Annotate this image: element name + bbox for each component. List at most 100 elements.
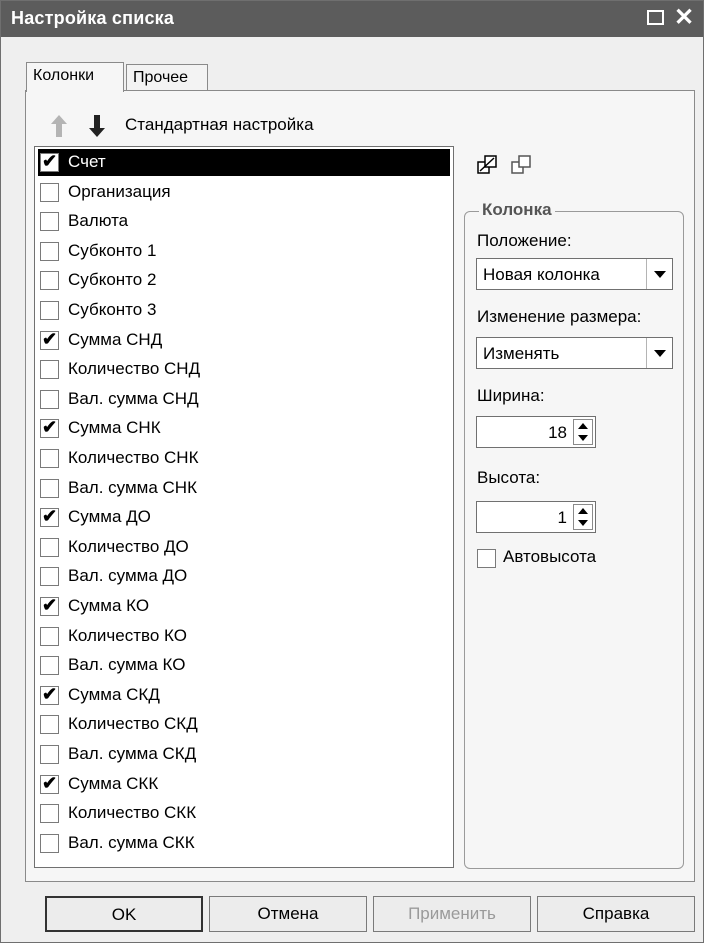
column-checkbox[interactable] bbox=[40, 567, 59, 587]
list-item[interactable]: ✔ Сумма СКД bbox=[38, 682, 450, 709]
maximize-icon[interactable] bbox=[644, 7, 666, 29]
list-item[interactable]: ✔ Сумма ДО bbox=[38, 504, 450, 531]
width-label: Ширина: bbox=[477, 386, 545, 405]
cancel-button[interactable]: Отмена bbox=[209, 896, 367, 932]
height-value: 1 bbox=[557, 508, 567, 527]
column-checkbox[interactable] bbox=[40, 301, 59, 320]
list-item[interactable]: Субконто 3 bbox=[38, 297, 450, 324]
column-checkbox[interactable] bbox=[40, 478, 59, 498]
tab-other[interactable]: Прочее bbox=[126, 64, 208, 91]
list-item[interactable]: Количество СНД bbox=[38, 356, 450, 383]
column-checkbox[interactable]: ✔ bbox=[40, 506, 59, 528]
auto-height-checkbox[interactable] bbox=[477, 549, 496, 568]
list-item[interactable]: Количество СКК bbox=[38, 800, 450, 827]
list-item[interactable]: ✔ Сумма КО bbox=[38, 593, 450, 620]
column-checkbox[interactable] bbox=[40, 389, 59, 409]
list-item[interactable]: Вал. сумма КО bbox=[38, 652, 450, 679]
column-checkbox[interactable] bbox=[40, 212, 59, 232]
column-label: Валюта bbox=[68, 211, 129, 231]
column-checkbox[interactable] bbox=[40, 271, 59, 291]
list-item[interactable]: Количество ДО bbox=[38, 534, 450, 561]
ok-button[interactable]: OK bbox=[45, 896, 203, 932]
title-bar: Настройка списка ✕ bbox=[1, 1, 703, 37]
close-icon[interactable]: ✕ bbox=[673, 6, 695, 30]
column-label: Количество СНД bbox=[68, 359, 201, 379]
column-checkbox[interactable]: ✔ bbox=[40, 417, 59, 439]
chevron-down-icon[interactable] bbox=[646, 259, 672, 289]
column-checkbox[interactable]: ✔ bbox=[40, 329, 59, 350]
list-item[interactable]: ✔ Сумма СКК bbox=[38, 771, 450, 798]
column-label: Сумма СНД bbox=[68, 329, 163, 349]
column-label: Субконто 3 bbox=[68, 300, 157, 319]
list-item[interactable]: Субконто 1 bbox=[38, 238, 450, 265]
columns-list[interactable]: ✔ Счет Организация Валюта Субконто 1 Субконто… bbox=[34, 146, 454, 868]
move-up-icon[interactable] bbox=[49, 113, 69, 139]
column-label: Количество СКД bbox=[68, 714, 198, 734]
column-checkbox[interactable] bbox=[40, 360, 59, 380]
height-label: Высота: bbox=[477, 468, 541, 487]
position-value: Новая колонка bbox=[483, 265, 600, 284]
list-item[interactable]: Субконто 2 bbox=[38, 267, 450, 294]
list-item[interactable]: Вал. сумма СНД bbox=[38, 386, 450, 413]
list-item[interactable]: Вал. сумма СКД bbox=[38, 741, 450, 768]
list-item[interactable]: Количество КО bbox=[38, 623, 450, 650]
resize-label: Изменение размера: bbox=[477, 307, 642, 326]
column-checkbox[interactable]: ✔ bbox=[40, 595, 59, 616]
column-label: Сумма КО bbox=[68, 596, 150, 615]
column-checkbox[interactable] bbox=[40, 804, 59, 824]
checkmark-icon: ✔ bbox=[42, 595, 58, 615]
position-select[interactable]: Новая колонка bbox=[476, 258, 673, 290]
apply-button[interactable]: Применить bbox=[373, 896, 531, 932]
column-label: Вал. сумма КО bbox=[68, 655, 186, 675]
list-item[interactable]: Количество СКД bbox=[38, 711, 450, 738]
checkmark-icon: ✔ bbox=[42, 772, 58, 793]
list-item[interactable]: ✔ Сумма СНК bbox=[38, 415, 450, 442]
list-item[interactable]: ✔ Сумма СНД bbox=[38, 327, 450, 354]
column-label: Вал. сумма СНД bbox=[68, 388, 199, 408]
width-stepper[interactable]: 18 bbox=[476, 416, 596, 448]
column-checkbox[interactable] bbox=[40, 537, 59, 557]
checkmark-icon: ✔ bbox=[42, 683, 58, 704]
column-checkbox[interactable] bbox=[40, 626, 59, 646]
column-checkbox[interactable] bbox=[40, 656, 59, 676]
merge-columns-icon[interactable] bbox=[476, 153, 500, 177]
column-label: Субконто 1 bbox=[68, 240, 157, 260]
width-spin-arrows-icon[interactable] bbox=[573, 419, 593, 445]
column-group-legend: Колонка bbox=[479, 200, 555, 220]
tab-columns[interactable]: Колонки bbox=[26, 62, 124, 92]
split-columns-icon[interactable] bbox=[510, 153, 534, 177]
column-label: Счет bbox=[68, 152, 106, 171]
column-checkbox[interactable]: ✔ bbox=[40, 772, 59, 794]
height-stepper[interactable]: 1 bbox=[476, 501, 596, 533]
list-item[interactable]: Организация bbox=[38, 179, 450, 206]
width-value: 18 bbox=[548, 423, 567, 442]
column-checkbox[interactable] bbox=[40, 182, 59, 202]
checkmark-icon: ✔ bbox=[42, 506, 58, 527]
help-button[interactable]: Справка bbox=[537, 896, 695, 932]
list-item[interactable]: ✔ Счет bbox=[38, 149, 450, 176]
window-title: Настройка списка bbox=[11, 8, 175, 28]
list-item[interactable]: Валюта bbox=[38, 208, 450, 235]
list-item[interactable]: Вал. сумма ДО bbox=[38, 563, 450, 590]
list-item[interactable]: Вал. сумма СНК bbox=[38, 475, 450, 502]
column-checkbox[interactable]: ✔ bbox=[40, 683, 59, 705]
list-item[interactable]: Вал. сумма СКК bbox=[38, 830, 450, 857]
column-checkbox[interactable] bbox=[40, 745, 59, 764]
checkmark-icon: ✔ bbox=[42, 417, 58, 438]
column-checkbox[interactable] bbox=[40, 833, 59, 853]
resize-select[interactable]: Изменять bbox=[476, 337, 673, 369]
chevron-down-icon[interactable] bbox=[646, 338, 672, 368]
column-checkbox[interactable] bbox=[40, 715, 59, 735]
height-spin-arrows-icon[interactable] bbox=[573, 504, 593, 530]
column-label: Сумма СКД bbox=[68, 684, 160, 704]
column-label: Количество СНК bbox=[68, 448, 199, 467]
column-label: Сумма СНК bbox=[68, 418, 161, 438]
column-checkbox[interactable] bbox=[40, 449, 59, 468]
column-checkbox[interactable] bbox=[40, 241, 59, 261]
column-checkbox[interactable]: ✔ bbox=[40, 151, 59, 172]
move-down-icon[interactable] bbox=[87, 113, 107, 139]
list-item[interactable]: Количество СНК bbox=[38, 445, 450, 472]
standard-settings-button[interactable]: Стандартная настройка bbox=[125, 115, 314, 135]
column-label: Сумма СКК bbox=[68, 773, 159, 793]
resize-value: Изменять bbox=[483, 344, 560, 363]
